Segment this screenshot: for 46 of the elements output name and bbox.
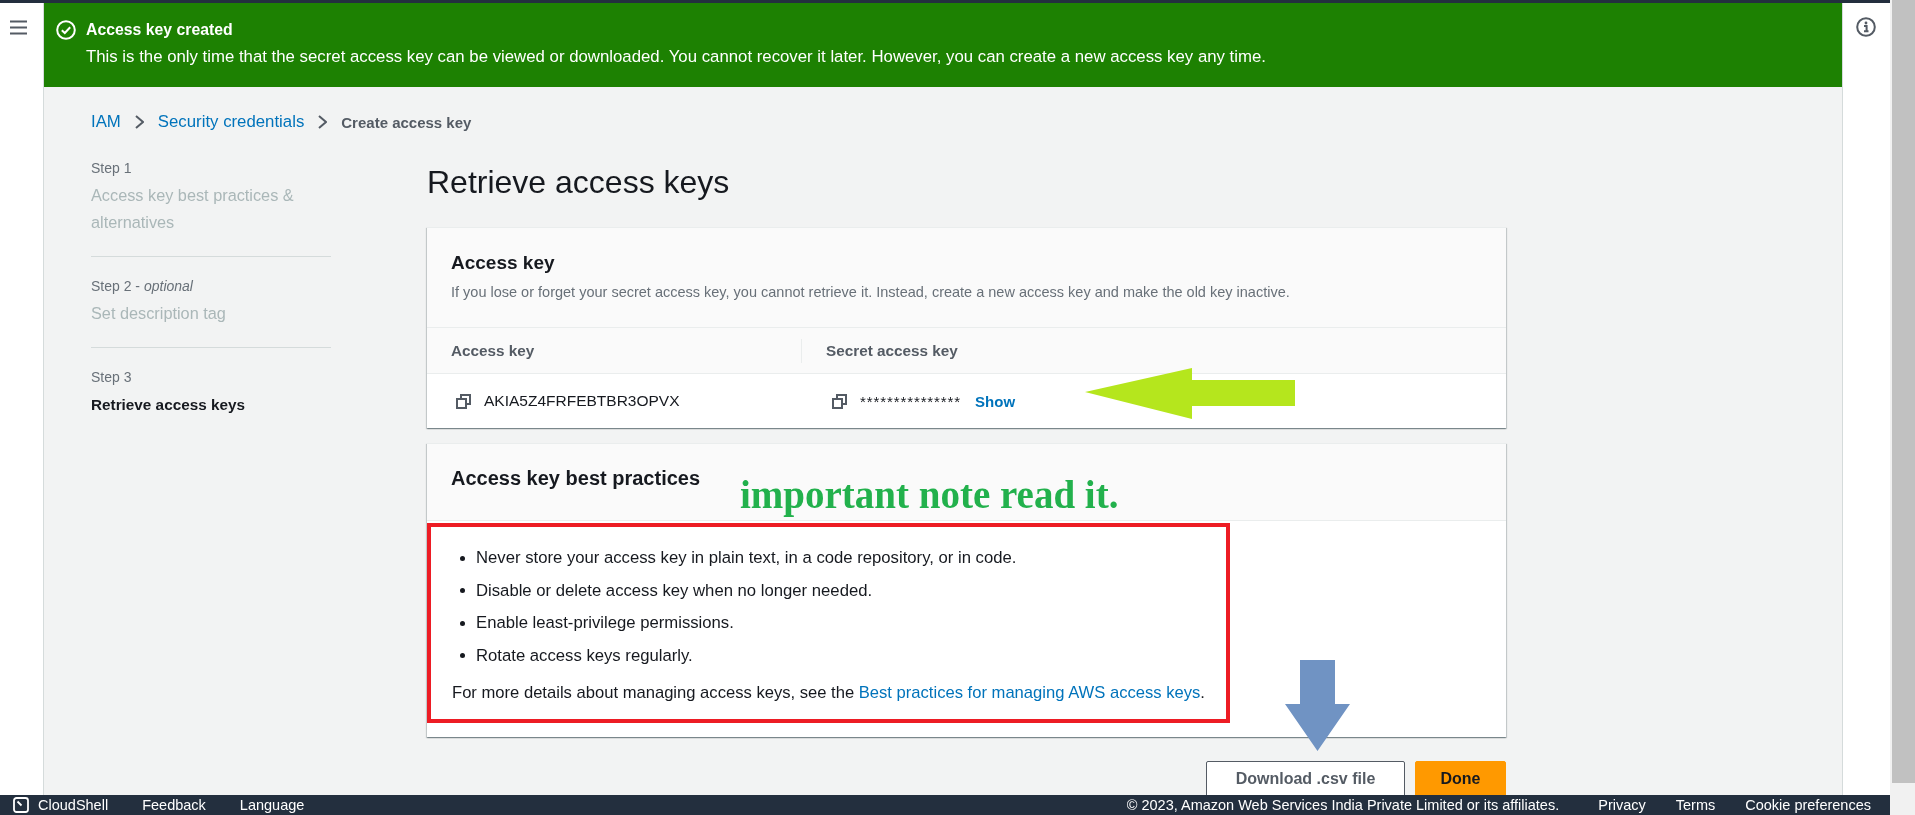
copy-icon[interactable]: [456, 393, 471, 409]
info-icon[interactable]: [1856, 17, 1876, 37]
banner-message: This is the only time that the secret access key can be viewed or downloaded. You cannot recover it later. However, you can create a new access key any time.: [86, 46, 1266, 68]
access-key-value: AKIA5Z4FRFEBTBR3OPVX: [484, 392, 680, 410]
bullet-icon: [460, 653, 465, 658]
list-item: Never store your access key in plain text, in a code repository, or in code.: [476, 547, 1017, 569]
list-item: Enable least-privilege permissions.: [476, 612, 734, 634]
step-label: Step 1: [91, 159, 133, 177]
card-title: Access key: [451, 251, 556, 275]
download-button[interactable]: Download .csv file: [1206, 760, 1405, 797]
bullet-icon: [460, 588, 465, 593]
check-circle-icon: [56, 20, 76, 40]
card-title: Access key best practices: [451, 466, 702, 491]
column-header: Secret access key: [826, 341, 958, 359]
column-header: Access key: [451, 341, 535, 359]
done-button[interactable]: Done: [1415, 760, 1506, 797]
more-details-text: For more details about managing access keys, see the Best practices for managing AWS access keys.: [452, 681, 1206, 704]
annotation-note: important note read it.: [740, 475, 1119, 515]
breadcrumb-link[interactable]: Security credentials: [157, 112, 305, 132]
cloudshell-link[interactable]: CloudShell: [38, 795, 109, 815]
footer-link[interactable]: Feedback: [142, 795, 206, 815]
menu-icon[interactable]: [10, 20, 27, 35]
chevron-right-icon: [318, 115, 328, 129]
footer-link[interactable]: Language: [239, 795, 305, 815]
terminal-icon[interactable]: [13, 797, 29, 813]
show-link[interactable]: Show: [975, 392, 1016, 410]
best-practices-link[interactable]: Best practices for managing AWS access keys: [858, 682, 1201, 702]
copy-icon[interactable]: [832, 393, 847, 409]
list-item: Disable or delete access key when no longer needed.: [476, 579, 873, 602]
footer-link[interactable]: Cookie preferences: [1745, 795, 1871, 815]
page-title: Retrieve access keys: [427, 163, 731, 202]
chevron-right-icon: [134, 115, 144, 129]
copyright-text: © 2023, Amazon Web Services India Private Limited or its affiliates.: [1126, 796, 1560, 815]
card-description: If you lose or forget your secret access key, you cannot retrieve it. Instead, create a new access key and make the old key inactive.: [451, 283, 1291, 302]
breadcrumb-link[interactable]: IAM: [91, 112, 121, 132]
step-label: Step 3: [91, 368, 133, 386]
step-label: Step 2 - optional: [91, 277, 194, 295]
bullet-icon: [460, 620, 465, 626]
bullet-icon: [460, 555, 465, 561]
footer-link[interactable]: Privacy: [1598, 795, 1646, 815]
list-item: Rotate access keys regularly.: [476, 644, 693, 667]
breadcrumb-current: Create access key: [341, 113, 472, 131]
banner-title: Access key created: [86, 20, 234, 40]
secret-key-masked: ***************: [860, 392, 962, 410]
footer-link[interactable]: Terms: [1675, 795, 1716, 815]
step-title[interactable]: Retrieve access keys: [91, 391, 331, 418]
